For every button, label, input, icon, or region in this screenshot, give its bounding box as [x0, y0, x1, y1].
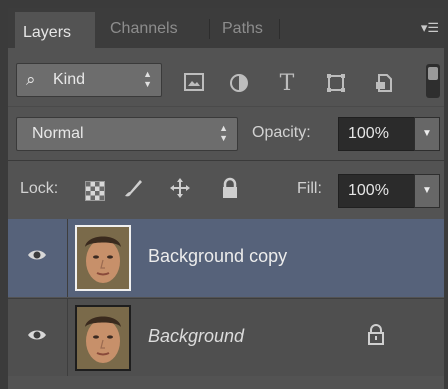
eye-icon[interactable] [27, 328, 47, 342]
visibility-cell[interactable] [8, 299, 68, 376]
lock-row: Lock: Fill: 100% ▼ [8, 160, 444, 219]
layer-row-background[interactable]: Background [8, 298, 444, 376]
fill-label: Fill: [297, 180, 322, 197]
type-filter-icon[interactable]: T [276, 73, 298, 95]
blend-mode-select[interactable]: Normal ▲ ▼ [16, 117, 238, 151]
lock-transparent-pixels-icon[interactable] [85, 181, 105, 201]
tab-paths[interactable]: Paths [222, 20, 263, 38]
filter-row: ⌕ Kind ▲ ▼ T [8, 48, 444, 106]
lock-image-pixels-icon[interactable] [121, 177, 145, 205]
layer-name[interactable]: Background copy [148, 246, 287, 267]
opacity-label: Opacity: [252, 124, 311, 141]
opacity-input[interactable]: 100% [338, 117, 416, 151]
panel-tab-bar: Layers Channels Paths ▾☰ [8, 8, 444, 48]
adjustment-filter-icon[interactable] [228, 73, 250, 95]
lock-icon [368, 324, 384, 345]
tab-divider [279, 19, 280, 39]
opacity-dropdown-button[interactable]: ▼ [414, 117, 440, 151]
filter-toggle-switch[interactable] [426, 64, 440, 98]
eye-icon[interactable] [27, 248, 47, 262]
panel-menu-icon[interactable]: ▾☰ [420, 20, 440, 36]
lock-all-icon[interactable] [218, 177, 242, 205]
visibility-cell[interactable] [8, 219, 68, 297]
filter-kind-select[interactable]: ⌕ Kind ▲ ▼ [16, 63, 162, 97]
fill-dropdown-button[interactable]: ▼ [414, 174, 440, 208]
tab-layers[interactable]: Layers [15, 12, 95, 48]
shape-filter-icon[interactable] [325, 73, 347, 95]
search-icon: ⌕ [26, 70, 36, 89]
tab-channels[interactable]: Channels [110, 20, 178, 38]
updown-arrows-icon: ▲ ▼ [143, 69, 152, 89]
smart-object-filter-icon[interactable] [373, 73, 395, 95]
lock-label: Lock: [20, 180, 59, 197]
layer-row-background-copy[interactable]: Background copy [8, 219, 444, 297]
blend-row: Normal ▲ ▼ Opacity: 100% ▼ [8, 106, 444, 159]
filter-kind-label: Kind [53, 71, 86, 88]
toggle-knob [428, 67, 438, 80]
lock-position-icon[interactable] [168, 177, 192, 205]
layer-name[interactable]: Background [148, 326, 244, 347]
layers-panel: Layers Channels Paths ▾☰ ⌕ Kind ▲ ▼ T No… [8, 8, 444, 389]
blend-mode-value: Normal [32, 125, 84, 142]
layer-thumbnail[interactable] [75, 305, 131, 371]
layer-thumbnail[interactable] [75, 225, 131, 291]
tab-divider [209, 19, 210, 39]
layers-list: Background copy Background [8, 219, 444, 389]
image-filter-icon[interactable] [183, 73, 205, 95]
updown-arrows-icon: ▲ ▼ [219, 123, 228, 143]
fill-input[interactable]: 100% [338, 174, 416, 208]
